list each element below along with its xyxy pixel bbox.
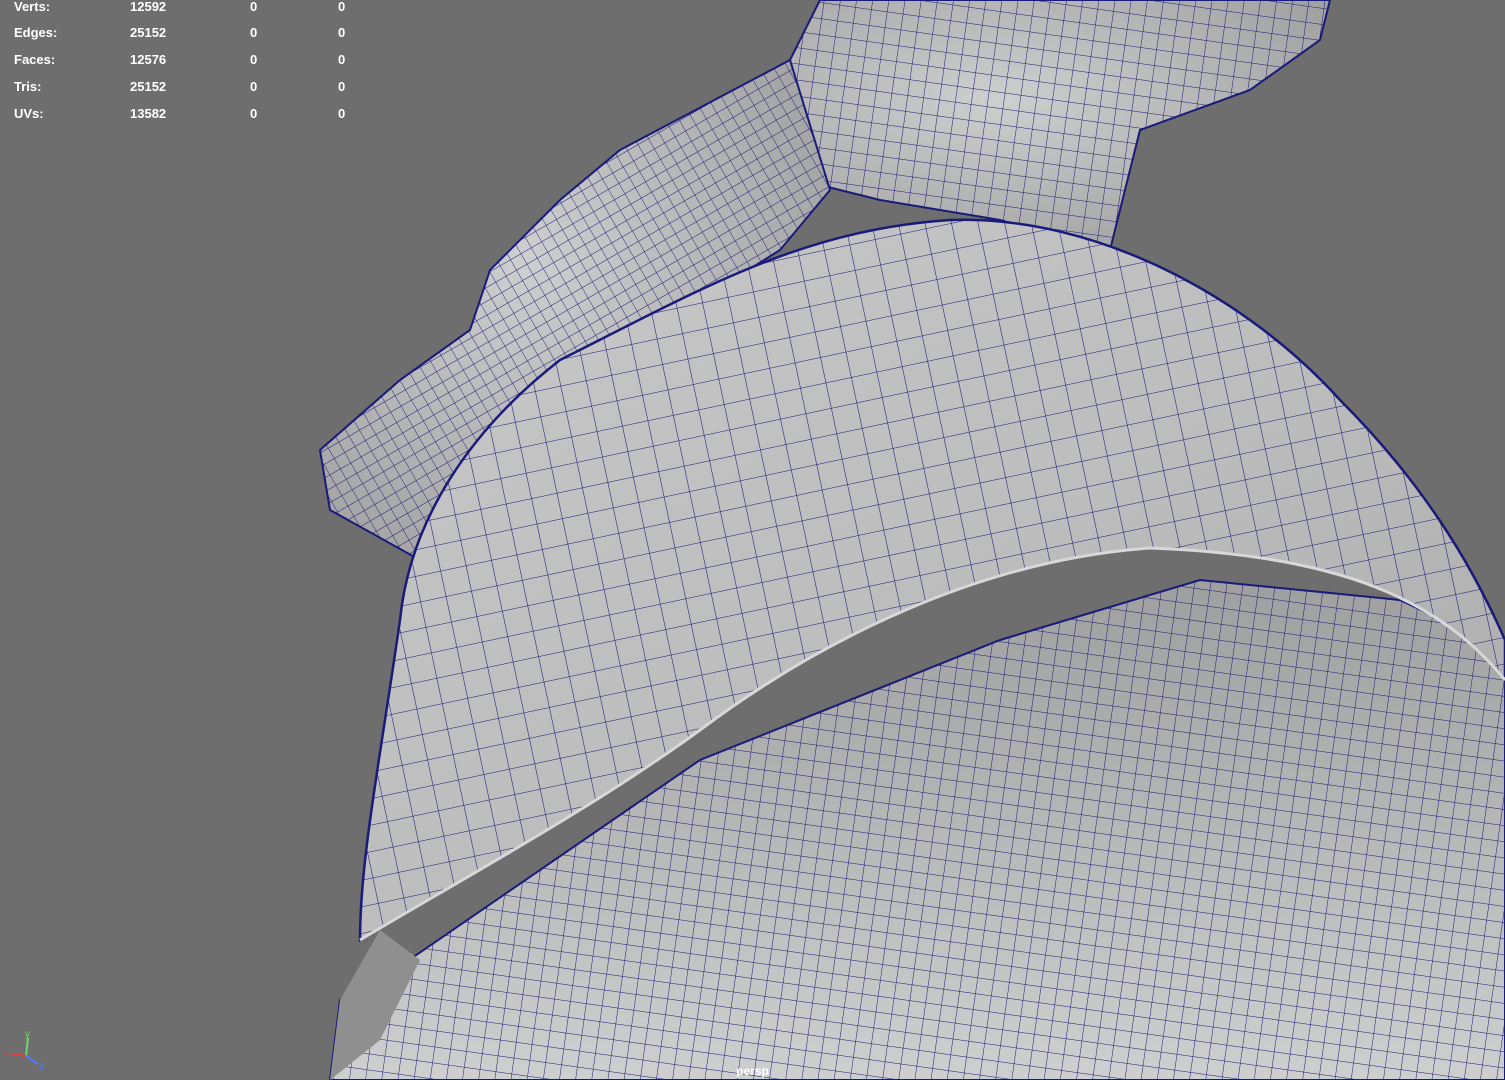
hud-row-tris: Tris: 25152 0 0 — [0, 79, 360, 97]
hud-component-count: 0 — [338, 25, 346, 40]
hud-total-count: 12576 — [130, 52, 167, 67]
hud-row-verts: Verts: 12592 0 0 — [0, 0, 360, 17]
x-axis-line — [11, 1053, 27, 1057]
z-axis-line — [25, 1055, 39, 1065]
hud-component-count: 0 — [338, 79, 346, 94]
hud-component-count: 0 — [338, 106, 346, 121]
hud-selected-count: 0 — [250, 79, 258, 94]
wireframe-mesh-render — [318, 0, 1505, 1080]
hud-row-uvs: UVs: 13582 0 0 — [0, 106, 360, 124]
hud-label: Verts: — [14, 0, 51, 14]
y-axis-label: y — [25, 1030, 30, 1040]
hud-row-edges: Edges: 25152 0 0 — [0, 25, 360, 43]
hud-total-count: 25152 — [130, 79, 167, 94]
y-axis-line — [25, 1037, 29, 1057]
hud-selected-count: 0 — [250, 25, 258, 40]
hud-label: UVs: — [14, 106, 44, 121]
hud-row-faces: Faces: 12576 0 0 — [0, 52, 360, 70]
hud-component-count: 0 — [338, 52, 346, 67]
hud-selected-count: 0 — [250, 0, 258, 14]
hud-selected-count: 0 — [250, 52, 258, 67]
collar-mesh — [778, 0, 1332, 252]
poly-count-hud: Verts: 12592 0 0 Edges: 25152 0 0 Faces:… — [0, 0, 360, 130]
hud-selected-count: 0 — [250, 106, 258, 121]
hud-label: Faces: — [14, 52, 56, 67]
camera-name-label: persp — [736, 1064, 769, 1078]
hud-label: Tris: — [14, 79, 42, 94]
hud-total-count: 25152 — [130, 25, 167, 40]
3d-viewport[interactable] — [0, 0, 1505, 1080]
hud-component-count: 0 — [338, 0, 346, 14]
hud-label: Edges: — [14, 25, 58, 40]
hud-total-count: 13582 — [130, 106, 167, 121]
x-axis-label: x — [4, 1050, 9, 1061]
hud-total-count: 12592 — [130, 0, 167, 14]
